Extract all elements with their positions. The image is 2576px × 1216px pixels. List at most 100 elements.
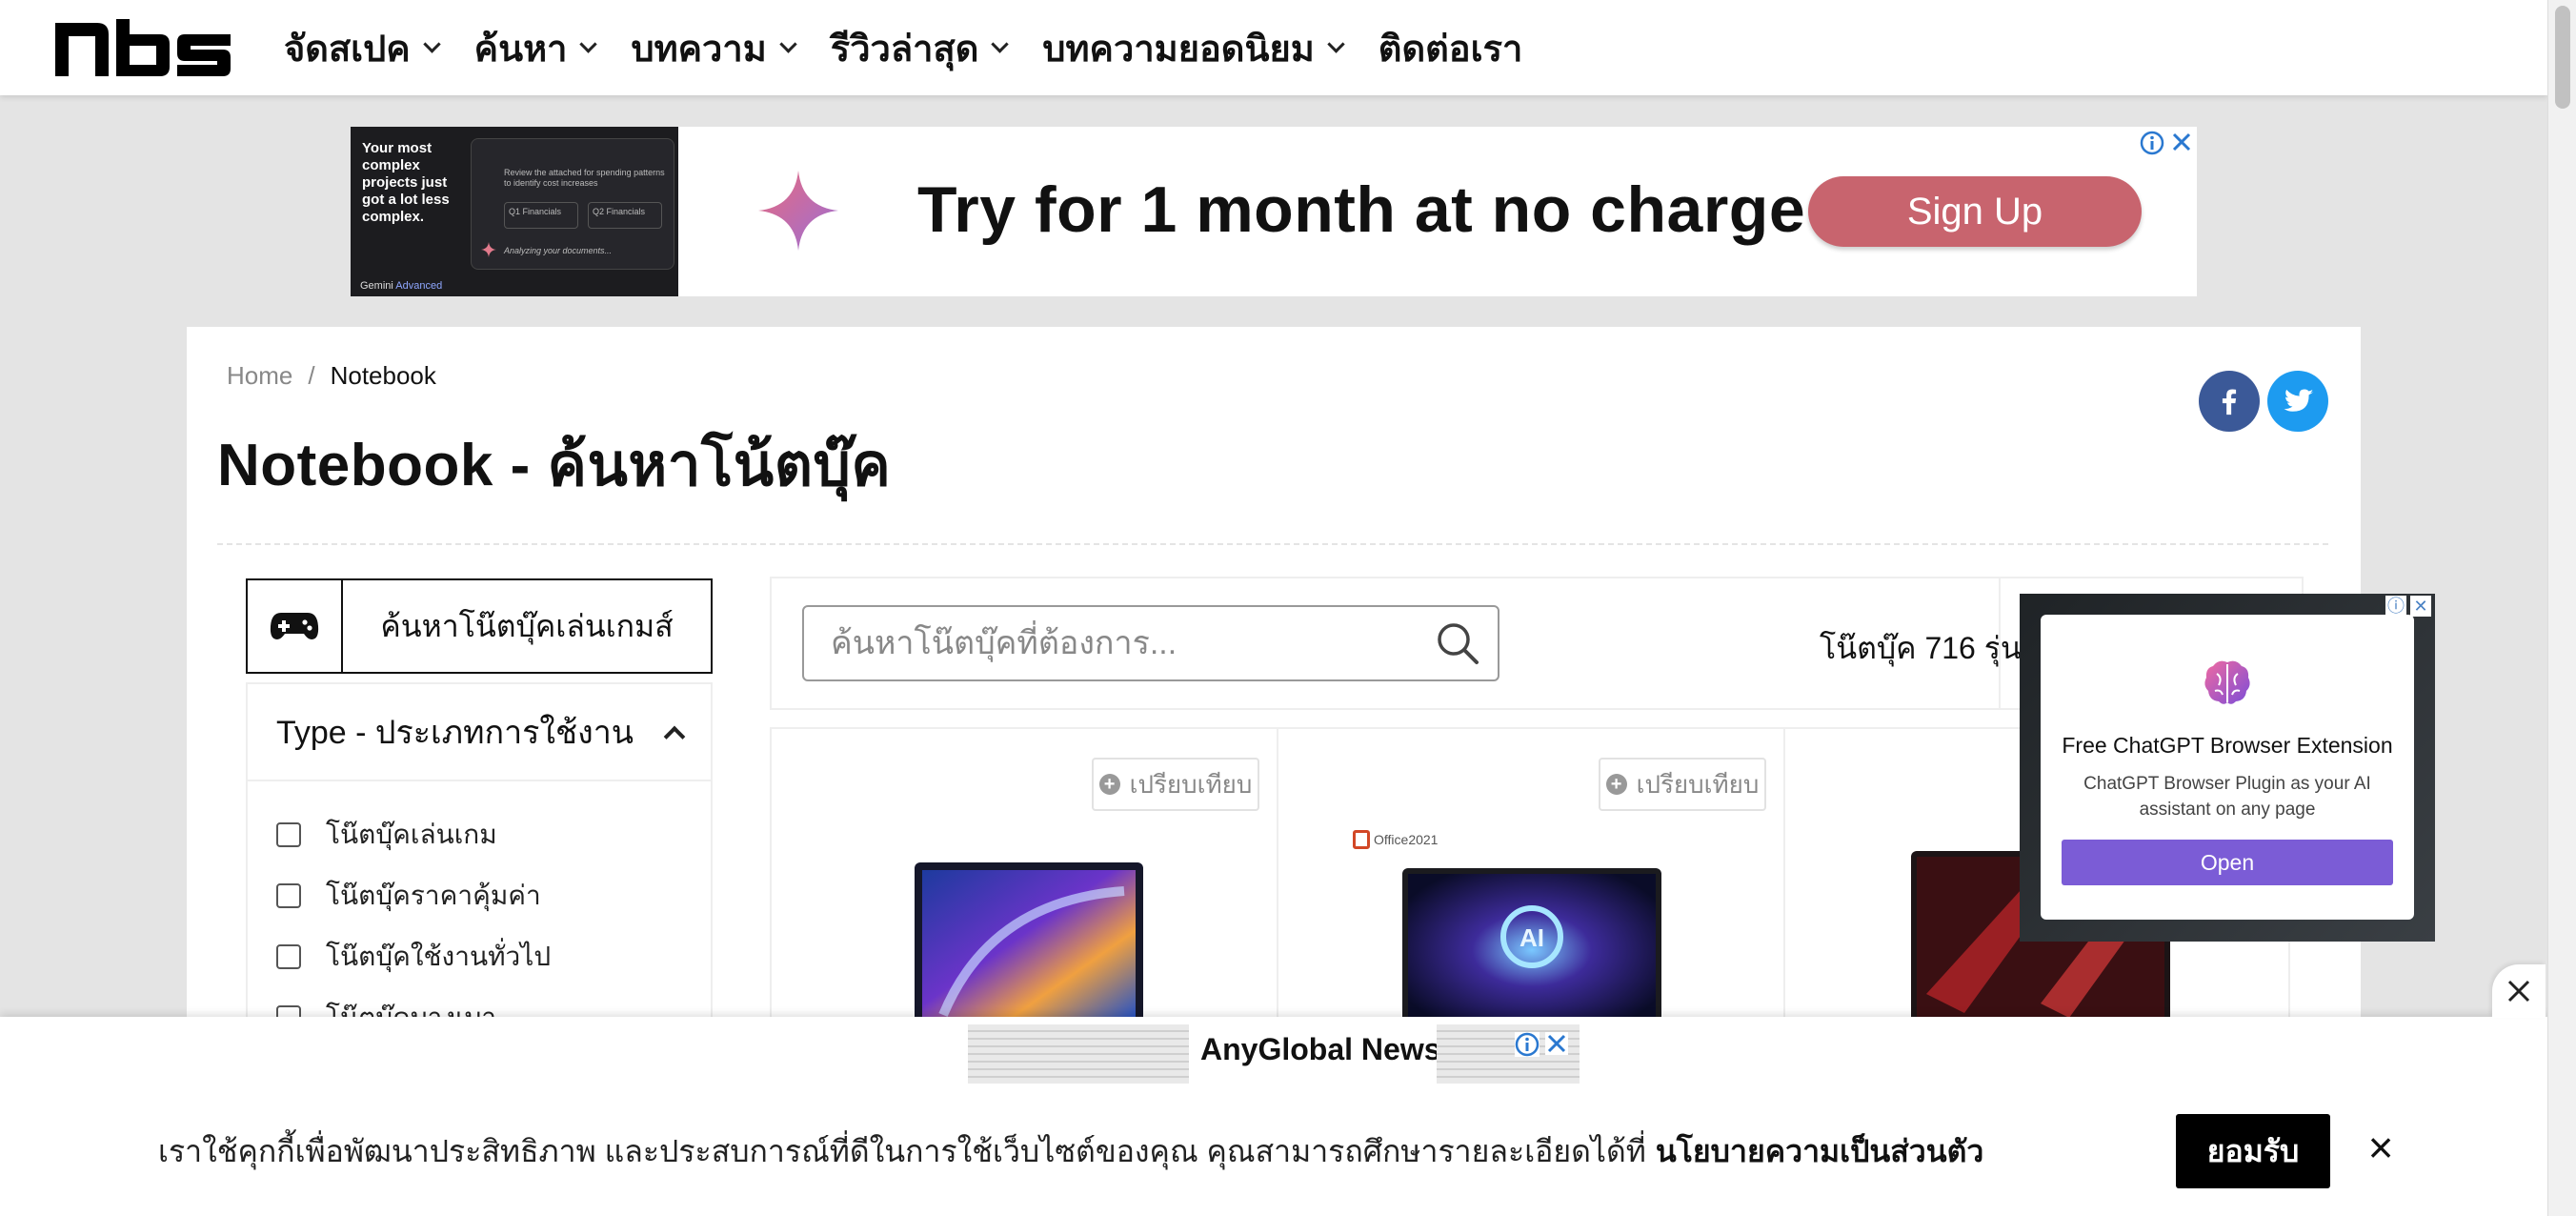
nav-item-popular-articles[interactable]: บทความยอดนิยม xyxy=(1042,19,1345,77)
scrollbar-thumb[interactable] xyxy=(2555,6,2570,109)
facebook-icon xyxy=(2222,389,2237,415)
ad-thumbnail-card: Review the attached for spending pattern… xyxy=(471,138,674,270)
gamepad-icon xyxy=(248,580,343,672)
type-option-label: โน๊ตบุ๊คใช้งานทั่วไป xyxy=(326,942,552,971)
compare-button[interactable]: + เปรียบเทียบ xyxy=(1092,758,1259,811)
nav-item-contact[interactable]: ติดต่อเรา xyxy=(1379,19,1523,77)
info-icon[interactable]: ⓘ xyxy=(2385,596,2406,617)
cookie-message: เราใช้คุกกี้เพื่อพัฒนาประสิทธิภาพ และประ… xyxy=(158,1127,1983,1176)
side-ad-title: Free ChatGPT Browser Extension xyxy=(2062,733,2393,758)
side-ad-description: ChatGPT Browser Plugin as your AI assist… xyxy=(2083,774,2371,820)
ad-file-name: Q2 Financials xyxy=(593,207,646,216)
ad-thumbnail-status: Analyzing your documents... xyxy=(504,246,613,255)
ad-brand-name: Gemini xyxy=(360,280,393,292)
close-icon[interactable]: × xyxy=(2359,1125,2403,1169)
top-navbar: จัดสเปค ค้นหา บทความ รีวิวล่าสุด บทความย… xyxy=(0,0,2547,95)
laptop-image[interactable] xyxy=(905,862,1153,1029)
plus-icon: + xyxy=(1605,774,1627,795)
result-count: โน๊ตบุ๊ค 716 รุ่น xyxy=(1820,631,2022,665)
type-option-value[interactable]: โน๊ตบุ๊คราคาคุ้มค่า xyxy=(276,865,711,926)
type-option-label: โน๊ตบุ๊คเล่นเกม xyxy=(326,820,497,849)
type-filter-header[interactable]: Type - ประเภทการใช้งาน xyxy=(248,684,711,781)
checkbox[interactable] xyxy=(276,944,301,969)
brain-icon xyxy=(2204,660,2250,704)
checkbox[interactable] xyxy=(276,822,301,847)
bottom-ad-title: AnyGlobal News xyxy=(1200,1032,1441,1066)
info-icon[interactable] xyxy=(1515,1032,1540,1057)
privacy-policy-link[interactable]: นโยบายความเป็นส่วนตัว xyxy=(1656,1134,1984,1168)
side-ad[interactable]: ⓘ ✕ Free ChatGPT Browser Extension ChatG… xyxy=(2020,594,2435,942)
twitter-share-button[interactable] xyxy=(2267,371,2328,432)
ad-file-chip: Q2 Financials xyxy=(588,202,662,229)
news-thumbnail xyxy=(968,1024,1189,1084)
ad-file-name: Q1 Financials xyxy=(509,207,562,216)
bottom-ad-close-button[interactable] xyxy=(2492,964,2546,1018)
office-icon xyxy=(1353,830,1370,849)
compare-button[interactable]: + เปรียบเทียบ xyxy=(1599,758,1766,811)
sign-up-button[interactable]: Sign Up xyxy=(1808,176,2142,247)
close-icon xyxy=(2507,980,2530,1003)
cookie-message-text: เราใช้คุกกี้เพื่อพัฒนาประสิทธิภาพ และประ… xyxy=(158,1134,1646,1168)
info-icon[interactable] xyxy=(2140,131,2164,155)
twitter-icon xyxy=(2284,389,2314,412)
accept-cookies-button[interactable]: ยอมรับ xyxy=(2176,1114,2330,1188)
chevron-up-icon xyxy=(663,725,686,748)
breadcrumb-home-link[interactable]: Home xyxy=(227,361,292,391)
nav-item-label: จัดสเปค xyxy=(284,29,411,70)
ad-thumbnail-text: Your most complex projects just got a lo… xyxy=(362,140,450,225)
chevron-down-icon xyxy=(422,34,441,53)
search-area-divider xyxy=(1999,578,2001,708)
type-option-general[interactable]: โน๊ตบุ๊คใช้งานทั่วไป xyxy=(276,926,711,987)
side-ad-card: Free ChatGPT Browser Extension ChatGPT B… xyxy=(2041,615,2414,920)
type-filter-title: Type - ประเภทการใช้งาน xyxy=(276,715,634,751)
breadcrumb-current: Notebook xyxy=(330,361,436,390)
type-filter-options: โน๊ตบุ๊คเล่นเกม โน๊ตบุ๊คราคาคุ้มค่า โน๊ต… xyxy=(248,781,711,1048)
page-scrollbar[interactable] xyxy=(2547,0,2576,1216)
nav-item-spec[interactable]: จัดสเปค xyxy=(284,19,441,77)
ad-thumbnail: Your most complex projects just got a lo… xyxy=(351,127,678,296)
checkbox[interactable] xyxy=(276,883,301,908)
side-ad-open-button[interactable]: Open xyxy=(2062,840,2393,885)
laptop-image[interactable]: AI xyxy=(1399,868,1665,1030)
search-box xyxy=(802,605,1499,681)
office-badge-text: Office2021 xyxy=(1374,832,1439,847)
chevron-down-icon xyxy=(991,34,1010,53)
close-icon[interactable]: ✕ xyxy=(2410,596,2431,617)
search-input[interactable] xyxy=(831,607,1402,679)
nav-item-latest-reviews[interactable]: รีวิวล่าสุด xyxy=(830,19,1010,77)
gaming-search-label: ค้นหาโน๊ตบุ๊คเล่นเกมส์ xyxy=(380,608,674,643)
chevron-down-icon xyxy=(1327,34,1345,53)
close-icon[interactable] xyxy=(1545,1032,1568,1055)
search-icon[interactable] xyxy=(1435,620,1480,666)
title-divider xyxy=(217,543,2328,545)
nav-item-label: บทความ xyxy=(631,29,767,70)
facebook-share-button[interactable] xyxy=(2199,371,2260,432)
compare-label: เปรียบเทียบ xyxy=(1129,769,1253,799)
nbs-logo[interactable] xyxy=(55,19,231,76)
ad-file-chip: Q1 Financials xyxy=(504,202,578,229)
main-menu: จัดสเปค ค้นหา บทความ รีวิวล่าสุด บทความย… xyxy=(284,0,1559,95)
office-badge: Office2021 xyxy=(1353,830,1438,849)
plus-icon: + xyxy=(1098,774,1120,795)
page-title: Notebook - ค้นหาโน้ตบุ๊ค xyxy=(217,433,892,498)
nav-item-label: บทความยอดนิยม xyxy=(1042,29,1315,70)
compare-label: เปรียบเทียบ xyxy=(1636,769,1760,799)
nav-item-articles[interactable]: บทความ xyxy=(631,19,797,77)
gemini-star-icon xyxy=(758,171,838,251)
close-icon[interactable] xyxy=(2170,131,2193,153)
gaming-notebook-search-button[interactable]: ค้นหาโน๊ตบุ๊คเล่นเกมส์ xyxy=(246,578,713,674)
top-banner-ad[interactable]: Your most complex projects just got a lo… xyxy=(351,127,2197,296)
type-option-label: โน๊ตบุ๊คราคาคุ้มค่า xyxy=(326,881,541,910)
chevron-down-icon xyxy=(579,34,598,53)
ad-thumbnail-card-title: Review the attached for spending pattern… xyxy=(504,168,665,188)
type-option-gaming[interactable]: โน๊ตบุ๊คเล่นเกม xyxy=(276,804,711,865)
ad-thumbnail-brand: Gemini Advanced xyxy=(360,280,442,292)
nav-item-search[interactable]: ค้นหา xyxy=(474,19,598,77)
cookie-consent-bar: เราใช้คุกกี้เพื่อพัฒนาประสิทธิภาพ และประ… xyxy=(0,1084,2547,1216)
nav-item-label: ติดต่อเรา xyxy=(1378,29,1523,70)
bottom-ad[interactable]: AnyGlobal News xyxy=(968,1024,1580,1084)
bottom-ad-strip: AnyGlobal News xyxy=(0,1017,2547,1084)
nav-item-label: รีวิวล่าสุด xyxy=(830,29,979,70)
chevron-down-icon xyxy=(779,34,797,53)
ad-headline: Try for 1 month at no charge xyxy=(917,173,1806,246)
